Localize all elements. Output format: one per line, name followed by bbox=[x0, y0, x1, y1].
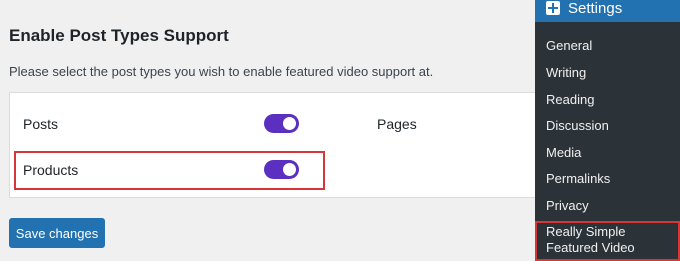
sidebar-item-really-simple-featured-video[interactable]: Really Simple Featured Video bbox=[546, 224, 678, 256]
save-changes-button[interactable]: Save changes bbox=[9, 218, 105, 248]
main-content: Enable Post Types Support Please select … bbox=[0, 0, 551, 261]
settings-menu-header[interactable]: Settings bbox=[535, 0, 680, 22]
sidebar-item-media[interactable]: Media bbox=[546, 145, 581, 160]
products-toggle[interactable] bbox=[264, 160, 299, 179]
post-type-label-posts: Posts bbox=[23, 116, 59, 132]
toggle-knob bbox=[283, 117, 296, 130]
post-type-label-pages: Pages bbox=[377, 116, 417, 132]
posts-toggle[interactable] bbox=[264, 114, 299, 133]
admin-sidebar: Settings General Writing Reading Discuss… bbox=[535, 0, 680, 261]
sidebar-item-general[interactable]: General bbox=[546, 38, 592, 53]
sidebar-item-privacy[interactable]: Privacy bbox=[546, 198, 589, 213]
sidebar-item-permalinks[interactable]: Permalinks bbox=[546, 171, 610, 186]
section-title: Enable Post Types Support bbox=[9, 26, 229, 45]
sidebar-item-discussion[interactable]: Discussion bbox=[546, 118, 609, 133]
post-type-label-products: Products bbox=[23, 162, 79, 178]
toggle-knob bbox=[283, 163, 296, 176]
section-description: Please select the post types you wish to… bbox=[9, 64, 434, 79]
post-types-card: Posts Pages Products bbox=[9, 92, 551, 198]
sidebar-item-reading[interactable]: Reading bbox=[546, 92, 594, 107]
sidebar-item-writing[interactable]: Writing bbox=[546, 65, 586, 80]
settings-icon bbox=[546, 1, 560, 15]
settings-menu-title: Settings bbox=[568, 0, 623, 17]
